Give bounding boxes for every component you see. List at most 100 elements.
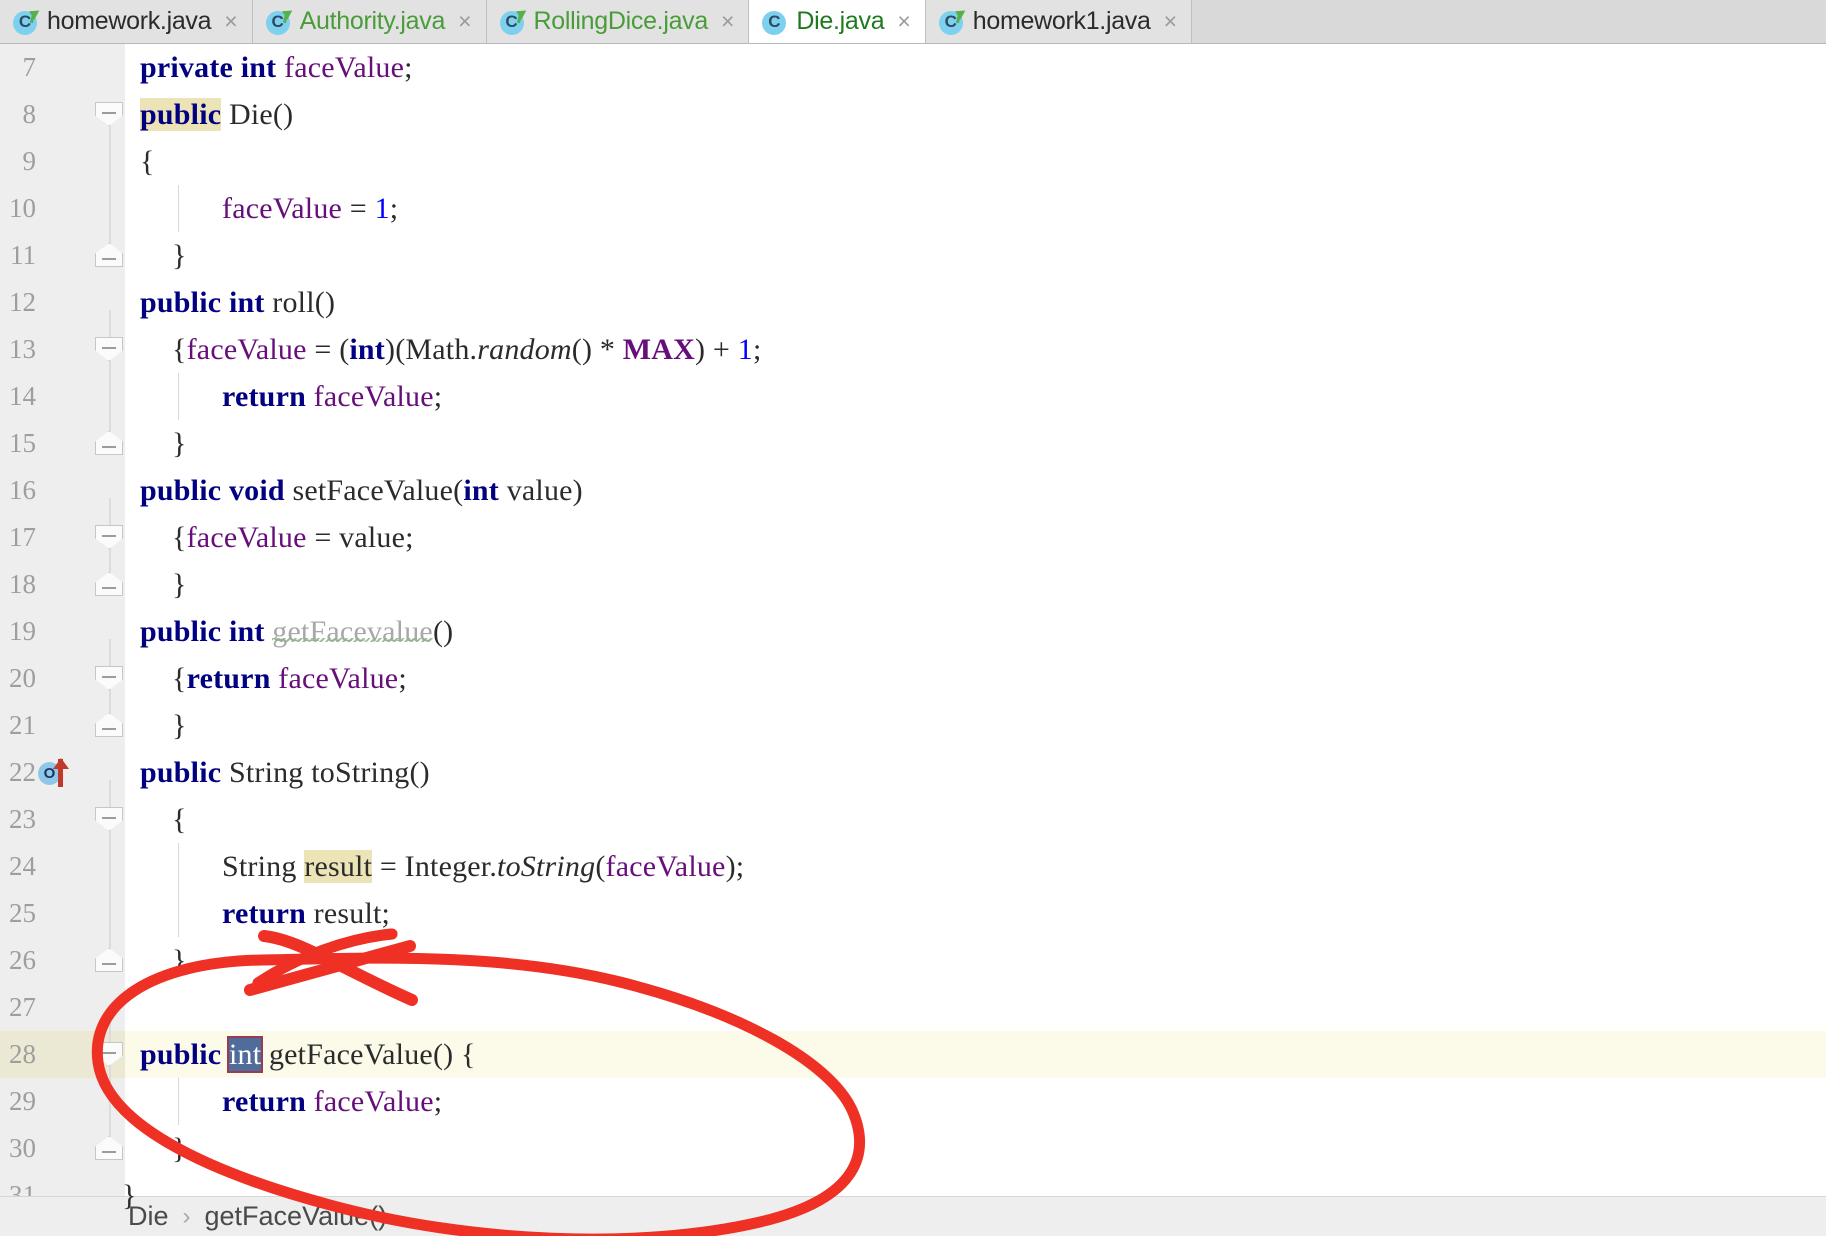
code-line[interactable]: 27 — [0, 984, 1826, 1031]
line-content[interactable]: { — [172, 796, 187, 843]
code-lines[interactable]: 7 private int faceValue; 8 public Die() … — [0, 44, 1826, 1219]
line-content[interactable]: } — [172, 420, 187, 467]
code-line[interactable]: 30 } — [0, 1125, 1826, 1172]
line-content[interactable]: return result; — [222, 890, 390, 937]
code-line[interactable]: 25 return result; — [0, 890, 1826, 937]
editor-tab-label: homework.java — [47, 7, 212, 35]
code-line[interactable]: 20 {return faceValue; — [0, 655, 1826, 702]
code-line[interactable]: 23 { — [0, 796, 1826, 843]
editor-tab-rollingdice-java[interactable]: C RollingDice.java × — [486, 0, 750, 43]
line-content[interactable]: public void setFaceValue(int value) — [140, 467, 583, 514]
fold-toggle-icon[interactable] — [95, 1125, 125, 1172]
code-line[interactable]: 22 O public String toString() — [0, 749, 1826, 796]
editor-tab-label: RollingDice.java — [533, 7, 709, 35]
code-line[interactable]: 26 } — [0, 937, 1826, 984]
fold-toggle-icon[interactable] — [95, 655, 125, 702]
line-number: 7 — [22, 52, 37, 82]
close-icon[interactable]: × — [721, 10, 734, 33]
fold-toggle-icon[interactable] — [95, 326, 125, 373]
code-line-caret[interactable]: 28 public int getFaceValue() { — [0, 1031, 1826, 1078]
line-number: 28 — [9, 1039, 36, 1069]
editor-tab-label: Authority.java — [299, 7, 446, 35]
line-content[interactable]: return faceValue; — [222, 1078, 442, 1125]
line-content[interactable]: public int getFaceValue() { — [140, 1031, 476, 1078]
code-line[interactable]: 13 {faceValue = (int)(Math.random() * MA… — [0, 326, 1826, 373]
line-content[interactable]: String result = Integer.toString(faceVal… — [222, 843, 744, 890]
fold-toggle-icon[interactable] — [95, 561, 125, 608]
fold-toggle-icon[interactable] — [95, 1031, 125, 1078]
line-content[interactable]: public String toString() — [140, 749, 430, 796]
line-content[interactable]: } — [172, 232, 187, 279]
fold-toggle-icon[interactable] — [95, 514, 125, 561]
code-editor[interactable]: 7 private int faceValue; 8 public Die() … — [0, 44, 1826, 1219]
fold-toggle-icon[interactable] — [95, 937, 125, 984]
java-class-icon: C — [761, 9, 787, 35]
line-content[interactable]: public int roll() — [140, 279, 335, 326]
close-icon[interactable]: × — [224, 10, 237, 33]
close-icon[interactable]: × — [458, 10, 471, 33]
editor-tab-label: Die.java — [796, 7, 885, 35]
line-content[interactable]: public Die() — [140, 91, 293, 138]
editor-tab-bar: C homework.java × C Authority.java × C R… — [0, 0, 1826, 44]
close-icon[interactable]: × — [1164, 10, 1177, 33]
java-class-icon: C — [499, 5, 529, 35]
code-line[interactable]: 21 } — [0, 702, 1826, 749]
line-content[interactable]: public int getFacevalue() — [140, 608, 453, 655]
editor-tab-authority-java[interactable]: C Authority.java × — [252, 0, 487, 43]
code-line[interactable]: 10 faceValue = 1; — [0, 185, 1826, 232]
code-line[interactable]: 7 private int faceValue; — [0, 44, 1826, 91]
code-line[interactable]: 18 } — [0, 561, 1826, 608]
close-icon[interactable]: × — [897, 10, 910, 33]
line-number: 16 — [9, 475, 36, 505]
line-number: 23 — [9, 804, 36, 834]
chevron-right-icon: › — [182, 1202, 191, 1230]
code-line[interactable]: 29 return faceValue; — [0, 1078, 1826, 1125]
line-content[interactable]: faceValue = 1; — [222, 185, 398, 232]
line-content[interactable]: return faceValue; — [222, 373, 442, 420]
line-content[interactable]: } — [172, 1125, 187, 1172]
editor-tab-die-java[interactable]: C Die.java × — [749, 0, 926, 43]
code-line[interactable]: 17 {faceValue = value; — [0, 514, 1826, 561]
line-number: 8 — [22, 99, 37, 129]
fold-toggle-icon[interactable] — [95, 702, 125, 749]
line-number: 22 — [9, 757, 36, 787]
code-line[interactable]: 11 } — [0, 232, 1826, 279]
code-line[interactable]: 8 public Die() — [0, 91, 1826, 138]
fold-toggle-icon[interactable] — [95, 796, 125, 843]
breadcrumb: Die › getFaceValue() — [0, 1196, 1826, 1236]
line-content[interactable]: } — [172, 937, 187, 984]
line-number: 25 — [9, 898, 36, 928]
fold-toggle-icon[interactable] — [95, 232, 125, 279]
line-number: 21 — [9, 710, 36, 740]
selected-token[interactable]: int — [226, 1036, 264, 1073]
code-line[interactable]: 15 } — [0, 420, 1826, 467]
line-number: 14 — [9, 381, 36, 411]
fold-toggle-icon[interactable] — [95, 420, 125, 467]
line-content[interactable]: {faceValue = value; — [172, 514, 414, 561]
line-content[interactable]: { — [140, 138, 155, 185]
editor-tab-homework1-java[interactable]: C homework1.java × — [925, 0, 1193, 43]
line-content[interactable]: } — [172, 702, 187, 749]
code-line[interactable]: 19 public int getFacevalue() — [0, 608, 1826, 655]
fold-toggle-icon[interactable] — [95, 91, 125, 138]
line-number: 19 — [9, 616, 36, 646]
overriding-method-icon[interactable]: O — [38, 758, 84, 789]
editor-tab-homework-java[interactable]: C homework.java × — [0, 0, 253, 43]
code-line[interactable]: 24 String result = Integer.toString(face… — [0, 843, 1826, 890]
code-line[interactable]: 14 return faceValue; — [0, 373, 1826, 420]
line-content[interactable]: } — [172, 561, 187, 608]
unused-method-name[interactable]: getFacevalue — [272, 615, 433, 648]
line-number: 29 — [9, 1086, 36, 1116]
line-number: 18 — [9, 569, 36, 599]
line-content[interactable]: {faceValue = (int)(Math.random() * MAX) … — [172, 326, 762, 373]
line-content[interactable]: {return faceValue; — [172, 655, 407, 702]
line-number: 26 — [9, 945, 36, 975]
code-line[interactable]: 12 public int roll() — [0, 279, 1826, 326]
line-content[interactable]: } — [122, 1172, 137, 1219]
code-line[interactable]: 9 { — [0, 138, 1826, 185]
line-number: 13 — [9, 334, 36, 364]
code-line[interactable]: 16 public void setFaceValue(int value) — [0, 467, 1826, 514]
line-content[interactable]: private int faceValue; — [140, 44, 413, 91]
line-number: 20 — [9, 663, 36, 693]
breadcrumb-member[interactable]: getFaceValue() — [205, 1201, 388, 1232]
